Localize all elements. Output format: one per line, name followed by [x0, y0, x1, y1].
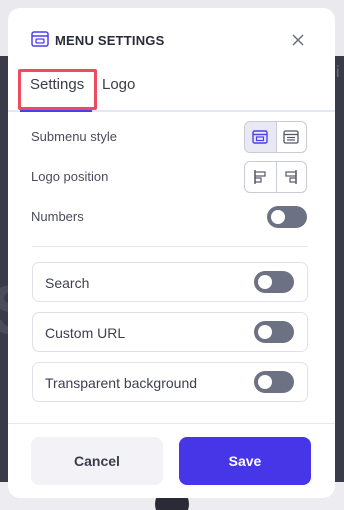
logo-position-label: Logo position — [31, 169, 109, 184]
search-toggle[interactable] — [254, 271, 294, 293]
submenu-style-option-dropdown[interactable] — [245, 122, 276, 152]
logo-position-selector — [244, 161, 307, 193]
active-tab-indicator — [20, 110, 92, 112]
close-icon[interactable] — [290, 32, 306, 48]
footer-divider — [8, 423, 335, 424]
search-card: Search — [32, 262, 308, 302]
submenu-style-selector — [244, 121, 307, 153]
dropdown-menu-icon — [252, 130, 268, 144]
list-menu-icon — [283, 130, 299, 144]
tab-settings[interactable]: Settings — [30, 76, 84, 93]
section-divider — [32, 246, 308, 247]
logo-left-icon — [254, 170, 266, 184]
submenu-style-label: Submenu style — [31, 129, 117, 144]
search-label: Search — [45, 275, 90, 291]
numbers-toggle[interactable] — [267, 206, 307, 228]
save-button[interactable]: Save — [179, 437, 311, 485]
logo-position-option-left[interactable] — [245, 162, 276, 192]
transparent-background-toggle[interactable] — [254, 371, 294, 393]
modal-header: MENU SETTINGS — [8, 8, 335, 68]
toggle-knob — [258, 375, 272, 389]
toggle-knob — [271, 210, 285, 224]
toggle-knob — [258, 325, 272, 339]
toggle-knob — [258, 275, 272, 289]
modal-title: MENU SETTINGS — [55, 33, 165, 48]
logo-right-icon — [285, 170, 297, 184]
numbers-label: Numbers — [31, 209, 84, 224]
submenu-style-option-list[interactable] — [275, 122, 307, 152]
custom-url-label: Custom URL — [45, 325, 126, 341]
cancel-button[interactable]: Cancel — [31, 437, 163, 485]
transparent-background-label: Transparent background — [45, 375, 198, 391]
backdrop-edge-glyph: i — [336, 64, 340, 81]
tab-bar: Settings Logo — [8, 68, 335, 112]
menu-settings-modal: MENU SETTINGS Settings Logo Submenu styl… — [8, 8, 335, 498]
logo-position-option-right[interactable] — [275, 162, 307, 192]
custom-url-toggle[interactable] — [254, 321, 294, 343]
transparent-background-card: Transparent background — [32, 362, 308, 402]
custom-url-card: Custom URL — [32, 312, 308, 352]
menu-settings-icon — [31, 31, 49, 47]
tab-logo[interactable]: Logo — [102, 76, 135, 93]
